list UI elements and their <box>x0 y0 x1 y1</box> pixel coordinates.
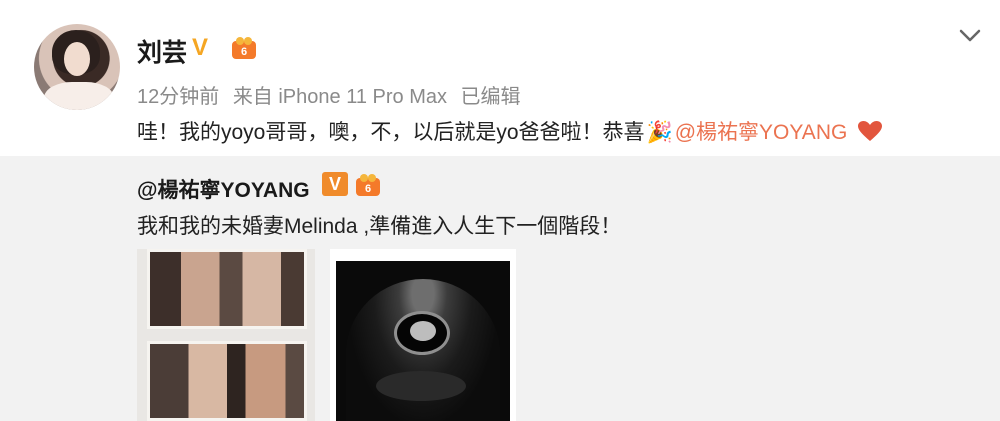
post-source[interactable]: 来自 iPhone 11 Pro Max <box>233 86 447 108</box>
heart-icon <box>858 121 883 141</box>
avatar[interactable] <box>34 24 120 110</box>
repost-member-rank-icon[interactable]: 6 <box>355 173 381 197</box>
ultrasound-fetus <box>410 321 436 341</box>
post-username[interactable]: 刘芸 <box>137 33 187 69</box>
post-text: 哇！我的yoyo哥哥，噢，不，以后就是yo爸爸啦！恭喜 <box>137 121 645 144</box>
avatar-shoulder <box>44 82 114 110</box>
ultrasound-scan <box>336 261 510 421</box>
post-body: 哇！我的yoyo哥哥，噢，不，以后就是yo爸爸啦！恭喜🎉@楊祐寧YOYANG <box>137 116 883 146</box>
post-meta: 12分钟前 来自 iPhone 11 Pro Max 已编辑 <box>137 80 521 109</box>
verified-badge-icon: V <box>192 34 209 61</box>
photo-strip-bottom <box>147 341 307 421</box>
svg-text:6: 6 <box>241 46 247 58</box>
repost-text: 我和我的未婚妻Melinda ,準備進入人生下一個階段！ <box>137 215 622 238</box>
avatar-face <box>64 42 90 76</box>
repost-verified-badge-icon: V <box>322 172 348 196</box>
chevron-down-icon[interactable] <box>958 28 982 44</box>
member-rank-icon[interactable]: 6 <box>231 36 257 60</box>
repost-username[interactable]: @楊祐寧YOYANG <box>137 174 310 204</box>
post-mention-link[interactable]: @楊祐寧YOYANG <box>675 121 848 144</box>
svg-text:6: 6 <box>365 183 371 195</box>
post-edited-label[interactable]: 已编辑 <box>461 86 521 108</box>
weibo-post: 刘芸 V 6 12分钟前 来自 iPhone 11 Pro Max 已编辑 哇！… <box>0 0 1000 156</box>
confetti-icon: 🎉 <box>646 121 673 144</box>
ultrasound-shadow <box>376 371 466 401</box>
repost-photo-ultrasound[interactable] <box>330 249 516 421</box>
repost-card[interactable]: @楊祐寧YOYANG V 6 我和我的未婚妻Melinda ,準備進入人生下一個… <box>0 156 1000 421</box>
photo-strip-top <box>147 249 307 329</box>
repost-photo-couple[interactable] <box>137 249 315 421</box>
post-time[interactable]: 12分钟前 <box>137 86 219 108</box>
